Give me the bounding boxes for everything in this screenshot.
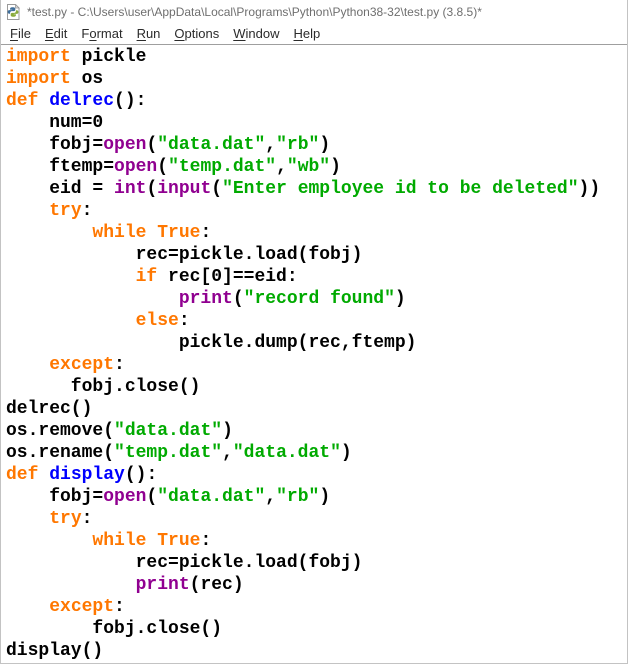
- code-line: fobj=open("data.dat","rb"): [6, 135, 331, 155]
- code-line: ftemp=open("temp.dat","wb"): [6, 157, 341, 177]
- code-line: fobj=open("data.dat","rb"): [6, 487, 331, 507]
- code-line: print("record found"): [178, 289, 406, 309]
- code-line: try:: [49, 509, 93, 529]
- menu-item-format[interactable]: Format: [74, 24, 129, 43]
- menu-item-run[interactable]: Run: [130, 24, 168, 43]
- code-line: rec=pickle.load(fobj): [6, 245, 363, 265]
- code-line: if rec[0]==eid:: [135, 267, 298, 287]
- code-line: print(rec): [135, 575, 244, 595]
- code-line: except:: [49, 597, 125, 617]
- code-line: try:: [49, 201, 93, 221]
- code-line: num=0: [6, 113, 104, 133]
- python-file-icon: [5, 3, 21, 20]
- window-title: *test.py - C:\Users\user\AppData\Local\P…: [27, 4, 482, 19]
- menu-item-file[interactable]: File: [3, 24, 38, 43]
- menu-item-edit[interactable]: Edit: [38, 24, 74, 43]
- code-editor[interactable]: import pickle import os def delrec(): num=…: [1, 45, 627, 663]
- code-line: eid = int(input("Enter employee id to be…: [6, 179, 601, 199]
- code-line: fobj.close(): [6, 377, 201, 397]
- code-line: pickle.dump(rec,ftemp): [6, 333, 417, 353]
- code-line: fobj.close(): [6, 619, 223, 639]
- title-bar: *test.py - C:\Users\user\AppData\Local\P…: [1, 0, 627, 23]
- code-line: except:: [49, 355, 125, 375]
- menu-item-options[interactable]: Options: [167, 24, 226, 43]
- code-line: import pickle: [6, 47, 147, 67]
- idle-editor-window: *test.py - C:\Users\user\AppData\Local\P…: [0, 0, 628, 664]
- code-line: def delrec():: [6, 91, 147, 111]
- code-line: os.remove("data.dat"): [6, 421, 233, 441]
- code-line: while True:: [92, 223, 212, 243]
- code-line: display(): [6, 641, 104, 661]
- code-line: while True:: [92, 531, 212, 551]
- code-line: import os: [6, 69, 104, 89]
- menu-item-window[interactable]: Window: [226, 24, 286, 43]
- menu-bar: File Edit Format Run Options Window Help: [1, 23, 627, 45]
- code-line: delrec(): [6, 399, 93, 419]
- code-line: rec=pickle.load(fobj): [6, 553, 363, 573]
- code-line: else:: [135, 311, 190, 331]
- code-line: def display():: [6, 465, 158, 485]
- menu-item-help[interactable]: Help: [287, 24, 328, 43]
- code-line: os.rename("temp.dat","data.dat"): [6, 443, 352, 463]
